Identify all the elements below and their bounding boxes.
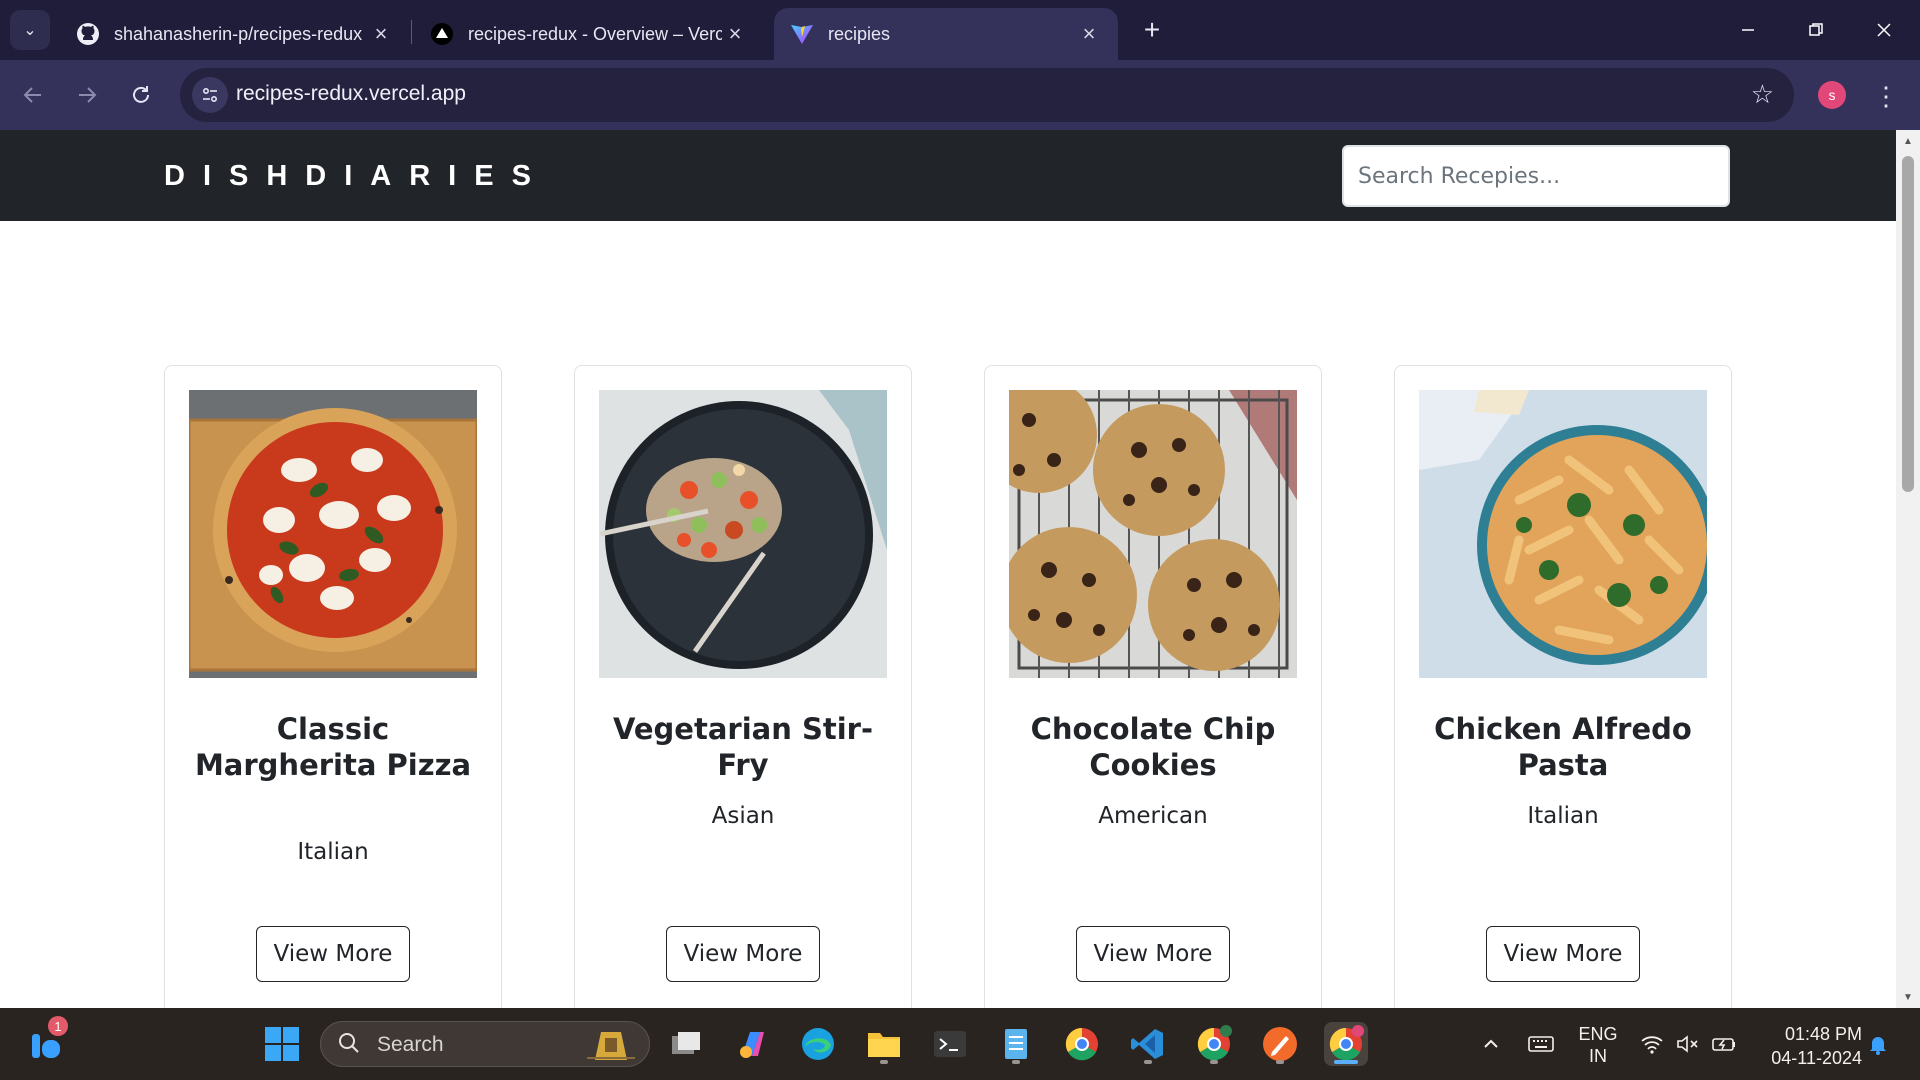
back-button[interactable]	[12, 74, 54, 116]
bookmark-star-icon[interactable]: ☆	[1751, 79, 1774, 110]
view-more-button[interactable]: View More	[1076, 926, 1230, 982]
clock-date: 04-11-2024	[1771, 1048, 1862, 1068]
battery-charging-icon[interactable]	[1708, 1008, 1740, 1080]
taskbar-clock[interactable]: 01:48 PM 04-11-2024	[1752, 1022, 1862, 1070]
recipe-card: Classic Margherita Pizza Italian View Mo…	[164, 365, 502, 1008]
search-icon	[337, 1031, 361, 1061]
tab-divider	[411, 20, 412, 44]
recipe-cuisine: Italian	[297, 839, 369, 865]
recipe-search-input[interactable]	[1342, 145, 1730, 207]
tab-vercel[interactable]: recipes-redux - Overview – Vercel ×	[414, 8, 764, 60]
minimize-button[interactable]	[1720, 8, 1776, 52]
chocolate-chip-cookies-image	[1009, 390, 1297, 678]
vercel-icon	[430, 22, 454, 46]
profile-avatar[interactable]: s	[1818, 81, 1846, 109]
keyboard-icon[interactable]	[1524, 1008, 1558, 1080]
taskbar-search-label: Search	[377, 1033, 444, 1056]
tab-title: recipies	[828, 23, 891, 44]
notification-badge: 1	[48, 1016, 68, 1036]
browser-toolbar: recipes-redux.vercel.app ☆ s ⋮	[0, 60, 1920, 130]
view-more-button[interactable]: View More	[666, 926, 820, 982]
vite-icon	[790, 22, 814, 46]
chrome-active-icon[interactable]	[1324, 1022, 1368, 1066]
address-bar[interactable]: recipes-redux.vercel.app ☆	[180, 68, 1794, 122]
view-more-button[interactable]: View More	[256, 926, 410, 982]
scrollbar-thumb[interactable]	[1902, 156, 1914, 492]
tab-title: shahanasherin-p/recipes-redux	[114, 23, 363, 44]
running-indicator	[1276, 1060, 1284, 1064]
recipe-title: Classic Margherita Pizza	[194, 712, 472, 782]
running-indicator	[1012, 1060, 1020, 1064]
language-indicator[interactable]: ENG IN	[1574, 1023, 1622, 1067]
clock-time: 01:48 PM	[1784, 1024, 1862, 1044]
close-tab-icon[interactable]: ×	[1076, 21, 1102, 47]
wifi-icon[interactable]	[1636, 1008, 1668, 1080]
browser-tab-bar: ⌄ shahanasherin-p/recipes-redux × recipe…	[0, 0, 1920, 60]
url-text: recipes-redux.vercel.app	[236, 82, 466, 105]
tab-recipies[interactable]: recipies ×	[774, 8, 1118, 60]
scroll-down-arrow-icon[interactable]: ▼	[1896, 988, 1920, 1006]
penne-pasta-bowl-image	[1419, 390, 1707, 678]
recipe-title: Chicken Alfredo Pasta	[1434, 712, 1692, 782]
recipe-title: Vegetarian Stir-Fry	[613, 712, 873, 782]
restore-button[interactable]	[1788, 8, 1844, 52]
file-explorer-icon[interactable]	[862, 1022, 906, 1066]
task-view-icon[interactable]	[664, 1022, 708, 1066]
chrome-profile-icon[interactable]	[1192, 1022, 1236, 1066]
new-tab-button[interactable]: +	[1134, 12, 1170, 48]
running-indicator	[1210, 1060, 1218, 1064]
edge-browser-icon[interactable]	[796, 1022, 840, 1066]
recipe-card: Chicken Alfredo Pasta Italian View More	[1394, 365, 1732, 1008]
scroll-up-arrow-icon[interactable]: ▲	[1896, 132, 1920, 150]
reload-button[interactable]	[120, 74, 162, 116]
running-indicator	[880, 1060, 888, 1064]
close-tab-icon[interactable]: ×	[368, 21, 394, 47]
vscode-icon[interactable]	[1126, 1022, 1170, 1066]
running-indicator	[1144, 1060, 1152, 1064]
github-icon	[76, 22, 100, 46]
active-indicator	[1334, 1060, 1358, 1064]
view-more-button[interactable]: View More	[1486, 926, 1640, 982]
recipe-cuisine: American	[1098, 803, 1208, 829]
stir-fry-bowl-image	[599, 390, 887, 678]
close-tab-icon[interactable]: ×	[722, 21, 748, 47]
taskbar-search-box[interactable]: Search	[320, 1021, 650, 1067]
region-label: IN	[1589, 1046, 1607, 1066]
recipe-title: Chocolate Chip Cookies	[1030, 712, 1276, 782]
notification-bell-icon[interactable]	[1862, 1008, 1894, 1080]
terminal-icon[interactable]	[928, 1022, 972, 1066]
language-label: ENG	[1578, 1024, 1618, 1044]
margherita-pizza-image	[189, 390, 477, 678]
browser-menu-icon[interactable]: ⋮	[1873, 76, 1899, 116]
pen-app-icon[interactable]	[1258, 1022, 1302, 1066]
chrome-icon[interactable]	[1060, 1022, 1104, 1066]
recipe-cuisine: Italian	[1527, 803, 1599, 829]
copilot-icon[interactable]	[730, 1022, 774, 1066]
windows-taskbar: 1 Search ENG IN 01:48 PM 04-11-2024	[0, 1008, 1920, 1080]
page-viewport: DISHDIARIES Search Recepies... Classic M…	[0, 130, 1896, 1008]
site-navbar: DISHDIARIES	[0, 130, 1896, 221]
site-info-icon[interactable]	[192, 77, 228, 113]
tab-github[interactable]: shahanasherin-p/recipes-redux ×	[60, 8, 410, 60]
tab-search-button[interactable]: ⌄	[10, 10, 50, 50]
tab-title: recipes-redux - Overview – Vercel	[468, 23, 722, 44]
recipe-cuisine: Asian	[711, 803, 775, 829]
start-windows-icon[interactable]	[260, 1022, 304, 1066]
recipe-card: Chocolate Chip Cookies American View Mor…	[984, 365, 1322, 1008]
forward-button[interactable]	[66, 74, 108, 116]
speaker-muted-icon[interactable]	[1672, 1008, 1704, 1080]
widgets-icon[interactable]: 1	[26, 1016, 70, 1066]
notepad-icon[interactable]	[994, 1022, 1038, 1066]
close-window-button[interactable]	[1856, 8, 1912, 52]
recipe-card: Vegetarian Stir-Fry Asian View More	[574, 365, 912, 1008]
page-scrollbar[interactable]: ▲ ▼	[1896, 130, 1920, 1008]
brand-logo[interactable]: DISHDIARIES	[164, 160, 549, 193]
show-hidden-icons-chevron-icon[interactable]	[1476, 1008, 1506, 1080]
search-highlight-pharaoh-icon	[583, 1028, 639, 1062]
